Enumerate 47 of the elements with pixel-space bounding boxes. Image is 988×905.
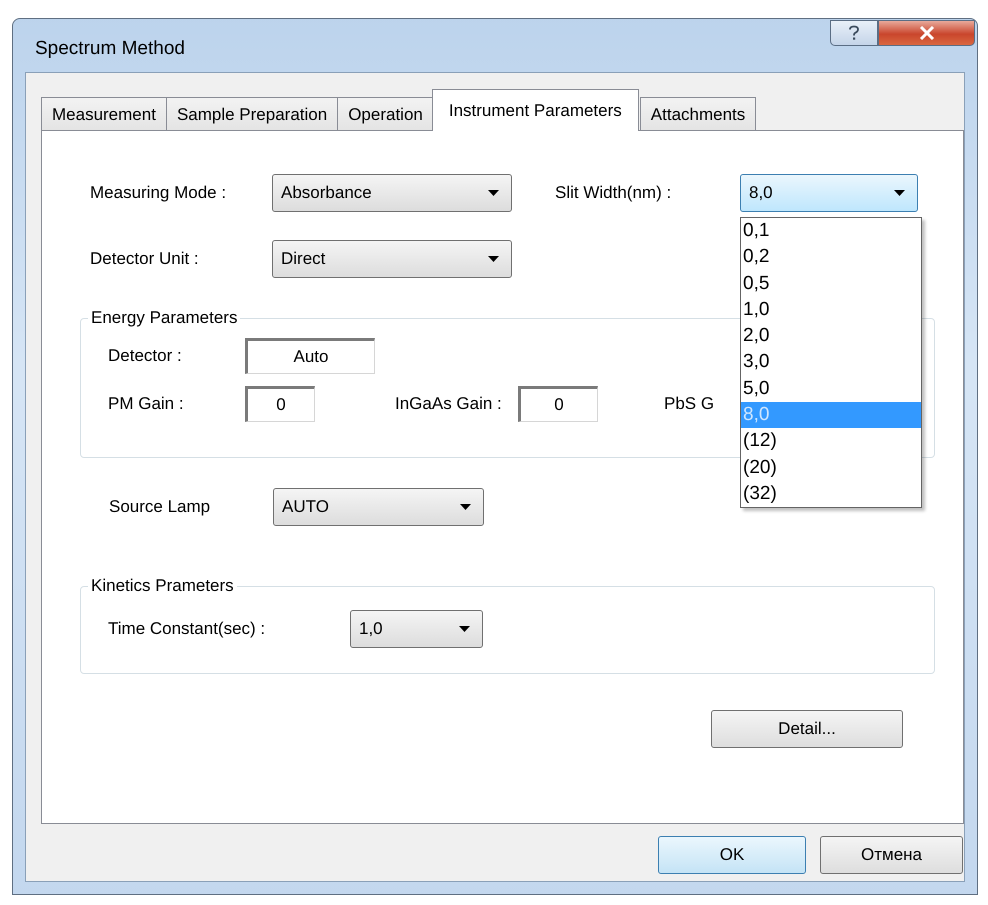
field-label: Detector :: [108, 346, 183, 366]
detector-field: Auto: [245, 338, 375, 374]
field-label: PbS G: [664, 394, 714, 414]
close-icon: [918, 26, 934, 40]
slit-width-dropdown[interactable]: 8,0: [740, 174, 918, 212]
list-option[interactable]: (32): [741, 480, 921, 508]
help-icon: [848, 25, 860, 41]
caret-icon: [488, 256, 499, 262]
field-label: Time Constant(sec) :: [108, 619, 266, 639]
input-field[interactable]: 0: [245, 386, 315, 422]
tab[interactable]: Instrument Parameters: [432, 89, 639, 131]
time-constant-dropdown[interactable]: 1,0: [350, 610, 483, 648]
list-option[interactable]: 2,0: [741, 323, 921, 350]
list-option[interactable]: 0,5: [741, 270, 921, 297]
input-field[interactable]: 0: [518, 386, 598, 422]
caret-icon: [460, 504, 471, 510]
list-option[interactable]: (20): [741, 454, 921, 481]
caret-icon: [488, 190, 499, 196]
list-option[interactable]: 1,0: [741, 296, 921, 324]
field-label: PM Gain :: [108, 394, 185, 414]
detector-unit-dropdown[interactable]: Direct: [272, 240, 512, 278]
window-title: Spectrum Method: [35, 38, 185, 60]
field-label: Detector Unit :: [90, 249, 200, 269]
caret-icon: [894, 190, 905, 196]
list-option[interactable]: 0,1: [741, 218, 921, 244]
list-option[interactable]: (12): [741, 428, 921, 455]
ok-button[interactable]: OK: [658, 836, 806, 874]
list-option[interactable]: 0,2: [741, 244, 921, 271]
measuring-mode-dropdown[interactable]: Absorbance: [272, 174, 512, 212]
tab[interactable]: Sample Preparation: [166, 97, 338, 131]
caret-icon: [459, 626, 470, 632]
list-option[interactable]: 3,0: [741, 349, 921, 376]
group-title: Kinetics Prameters: [90, 576, 235, 596]
tab[interactable]: Attachments: [640, 97, 756, 131]
detail-button[interactable]: Detail...: [711, 710, 903, 748]
cancel-button[interactable]: Отмена: [820, 836, 963, 874]
help-button[interactable]: [830, 20, 878, 46]
field-label: Slit Width(nm) :: [555, 183, 672, 203]
field-label: Measuring Mode :: [90, 183, 228, 203]
group-title: Energy Parameters: [90, 308, 238, 328]
source-lamp-dropdown[interactable]: AUTO: [273, 488, 484, 526]
tab[interactable]: Operation: [337, 97, 434, 131]
tab[interactable]: Measurement: [41, 97, 167, 131]
field-label: InGaAs Gain :: [395, 394, 503, 414]
list-option[interactable]: 5,0: [741, 376, 921, 402]
close-button[interactable]: [878, 20, 975, 46]
field-label: Source Lamp: [109, 497, 212, 517]
